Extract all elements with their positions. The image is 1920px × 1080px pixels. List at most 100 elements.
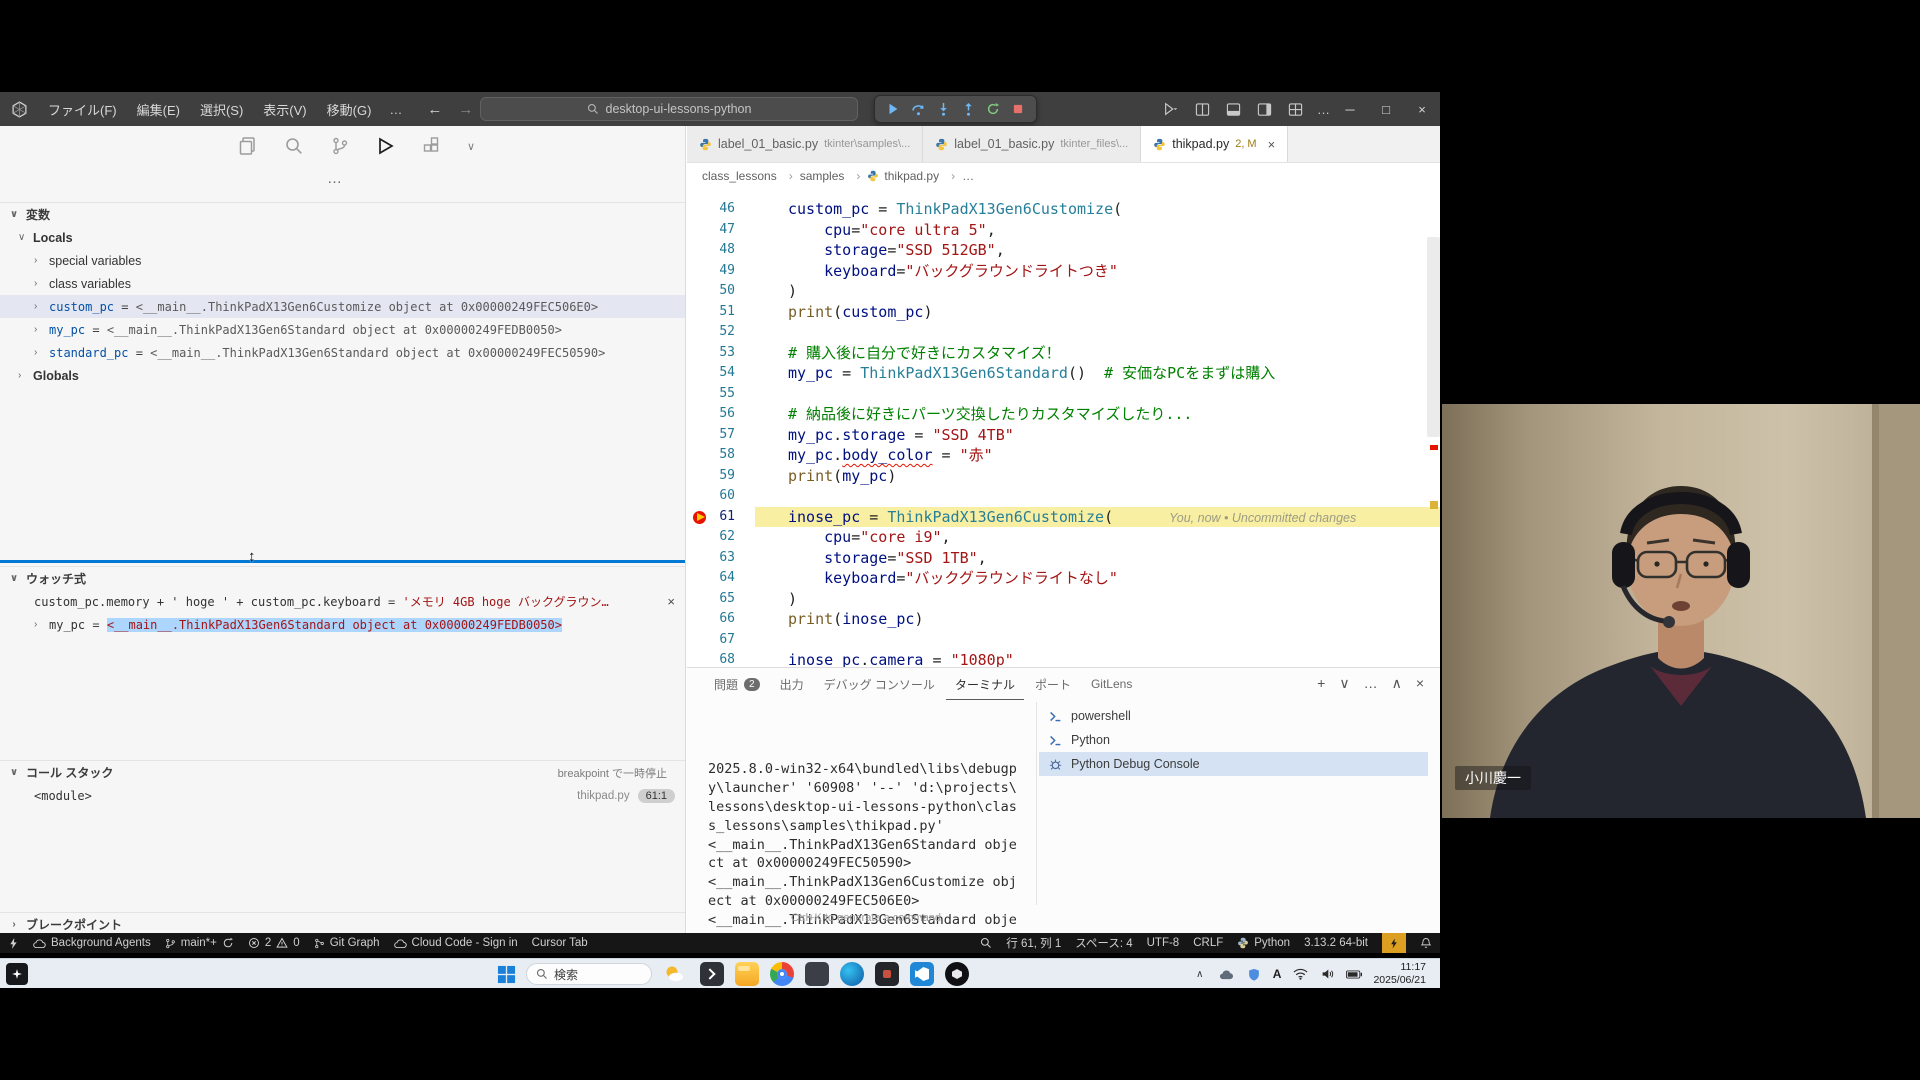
taskbar-app-icon[interactable]	[945, 962, 969, 986]
windows-start-button[interactable]	[497, 965, 516, 984]
remote-indicator-icon[interactable]	[8, 933, 19, 953]
code-line[interactable]: 61inose_pc = ThinkPadX13Gen6Customize(Yo…	[687, 507, 1440, 528]
chevron-down-icon[interactable]: ∨	[467, 140, 475, 153]
taskbar-app-icon[interactable]	[770, 962, 794, 986]
taskbar-search-box[interactable]: 検索	[526, 963, 652, 985]
background-agents-item[interactable]: Background Agents	[33, 933, 151, 953]
taskbar-clock[interactable]: 11:17 2025/06/21	[1373, 961, 1426, 987]
nav-back-icon[interactable]: ←	[427, 101, 442, 118]
toggle-sidebar-icon[interactable]	[1255, 100, 1273, 118]
code-line[interactable]: 51print(custom_pc)	[687, 302, 1440, 323]
panel-tab[interactable]: 出力	[771, 668, 813, 700]
code-line[interactable]: 52	[687, 322, 1440, 343]
menu-item[interactable]: 選択(S)	[191, 97, 252, 122]
split-editor-icon[interactable]	[1193, 100, 1211, 118]
code-line[interactable]: 48 storage="SSD 512GB",	[687, 240, 1440, 261]
wifi-icon[interactable]	[1292, 966, 1308, 982]
notifications-bell-icon[interactable]	[1420, 933, 1432, 953]
code-line[interactable]: 60	[687, 486, 1440, 507]
volume-icon[interactable]	[1319, 966, 1335, 982]
code-line[interactable]: 63 storage="SSD 1TB",	[687, 548, 1440, 569]
breadcrumb-item[interactable]: …	[962, 169, 974, 183]
chevron-icon[interactable]: ›	[34, 301, 49, 312]
call-stack-header[interactable]: ∨ コール スタック breakpoint で一時停止	[0, 760, 685, 784]
code-line[interactable]: 64 keyboard="バックグラウンドライトなし"	[687, 568, 1440, 589]
debug-continue-icon[interactable]	[883, 99, 903, 119]
run-button[interactable]	[1162, 100, 1180, 118]
source-control-icon[interactable]	[329, 135, 351, 157]
chevron-icon[interactable]: ›	[34, 278, 49, 289]
cursor-tab-item[interactable]: Cursor Tab	[532, 933, 588, 953]
run-and-debug-icon[interactable]	[375, 135, 397, 157]
toggle-panel-icon[interactable]	[1224, 100, 1242, 118]
search-icon[interactable]	[283, 135, 305, 157]
code-line[interactable]: 53# 購入後に自分で好きにカスタマイズ！	[687, 343, 1440, 364]
indentation-item[interactable]: スペース: 4	[1075, 933, 1132, 953]
breakpoints-header[interactable]: › ブレークポイント	[0, 912, 685, 933]
problems-item[interactable]: 2 0	[248, 933, 300, 953]
variable-row[interactable]: › my_pc = <__main__.ThinkPadX13Gen6Stand…	[0, 318, 685, 341]
taskbar-app-icon[interactable]	[840, 962, 864, 986]
variable-row[interactable]: › custom_pc = <__main__.ThinkPadX13Gen6C…	[0, 295, 685, 318]
code-line[interactable]: 50)	[687, 281, 1440, 302]
editor-tab[interactable]: label_01_basic.py tkinter_files\...	[923, 126, 1141, 162]
code-line[interactable]: 46custom_pc = ThinkPadX13Gen6Customize(	[687, 199, 1440, 220]
variable-row[interactable]: › Globals	[0, 364, 685, 387]
panel-tab[interactable]: ターミナル	[946, 668, 1024, 700]
pane-resize-sash[interactable]	[0, 560, 685, 563]
taskbar-app-icon[interactable]	[735, 962, 759, 986]
chevron-icon[interactable]: ›	[34, 619, 49, 630]
window-minimize-button[interactable]: ─	[1332, 92, 1368, 126]
status-search-icon[interactable]	[980, 933, 992, 953]
menu-item[interactable]: 編集(E)	[128, 97, 189, 122]
terminal-list-item[interactable]: Python Debug Console	[1039, 752, 1428, 776]
editor-scrollbar[interactable]	[1427, 237, 1440, 437]
terminal-dropdown-icon[interactable]: ∨	[1339, 675, 1349, 692]
chevron-icon[interactable]: ∨	[18, 232, 33, 243]
weather-icon[interactable]	[663, 963, 685, 985]
window-close-button[interactable]: ×	[1404, 92, 1440, 126]
breadcrumb-item[interactable]: class_lessons	[702, 169, 793, 183]
breadcrumb-item[interactable]: samples	[800, 169, 861, 183]
power-status-icon[interactable]	[1382, 933, 1406, 953]
command-search-box[interactable]: desktop-ui-lessons-python	[480, 97, 858, 121]
new-terminal-icon[interactable]: +	[1317, 675, 1325, 692]
editor-tab[interactable]: label_01_basic.py tkinter\samples\...	[687, 126, 923, 162]
extensions-icon[interactable]	[421, 135, 443, 157]
code-line[interactable]: 47 cpu="core ultra 5",	[687, 220, 1440, 241]
sidebar-more-actions-icon[interactable]: …	[327, 170, 344, 187]
interpreter-item[interactable]: 3.13.2 64-bit	[1304, 933, 1368, 953]
menu-item[interactable]: 移動(G)	[318, 97, 381, 122]
cursor-position-item[interactable]: 行 61, 列 1	[1006, 933, 1061, 953]
panel-tab[interactable]: 問題 2	[705, 668, 769, 700]
chevron-icon[interactable]: ›	[34, 255, 49, 266]
code-line[interactable]: 54my_pc = ThinkPadX13Gen6Standard() # 安価…	[687, 363, 1440, 384]
watch-header[interactable]: ∨ ウォッチ式	[0, 566, 685, 590]
code-line[interactable]: 58my_pc.body_color = "赤"	[687, 445, 1440, 466]
remove-watch-icon[interactable]: ×	[667, 594, 675, 609]
code-line[interactable]: 68inose_pc.camera = "1080p"	[687, 650, 1440, 667]
participant-video[interactable]: 小川慶一	[1442, 404, 1920, 818]
taskbar-app-icon[interactable]	[910, 962, 934, 986]
toolbar-more-icon[interactable]: …	[1317, 102, 1330, 117]
onedrive-icon[interactable]	[1219, 966, 1235, 982]
code-line[interactable]: 65)	[687, 589, 1440, 610]
window-maximize-button[interactable]: □	[1368, 92, 1404, 126]
taskbar-app-icon[interactable]	[700, 962, 724, 986]
variable-row[interactable]: ∨ Locals	[0, 226, 685, 249]
code-line[interactable]: 66print(inose_pc)	[687, 609, 1440, 630]
close-tab-icon[interactable]: ×	[1268, 137, 1276, 152]
menu-item[interactable]: 表示(V)	[254, 97, 315, 122]
security-shield-icon[interactable]	[1246, 966, 1262, 982]
cloud-code-item[interactable]: Cloud Code - Sign in	[394, 933, 518, 953]
battery-icon[interactable]	[1346, 966, 1362, 982]
taskbar-app-icon[interactable]	[805, 962, 829, 986]
code-line[interactable]: 62 cpu="core i9",	[687, 527, 1440, 548]
taskbar-app-icon[interactable]	[875, 962, 899, 986]
panel-tab[interactable]: デバッグ コンソール	[815, 668, 944, 700]
debug-restart-icon[interactable]	[983, 99, 1003, 119]
menu-overflow-icon[interactable]: …	[380, 99, 411, 120]
git-graph-item[interactable]: Git Graph	[314, 933, 380, 953]
menu-item[interactable]: ファイル(F)	[39, 97, 126, 122]
variable-row[interactable]: › class variables	[0, 272, 685, 295]
